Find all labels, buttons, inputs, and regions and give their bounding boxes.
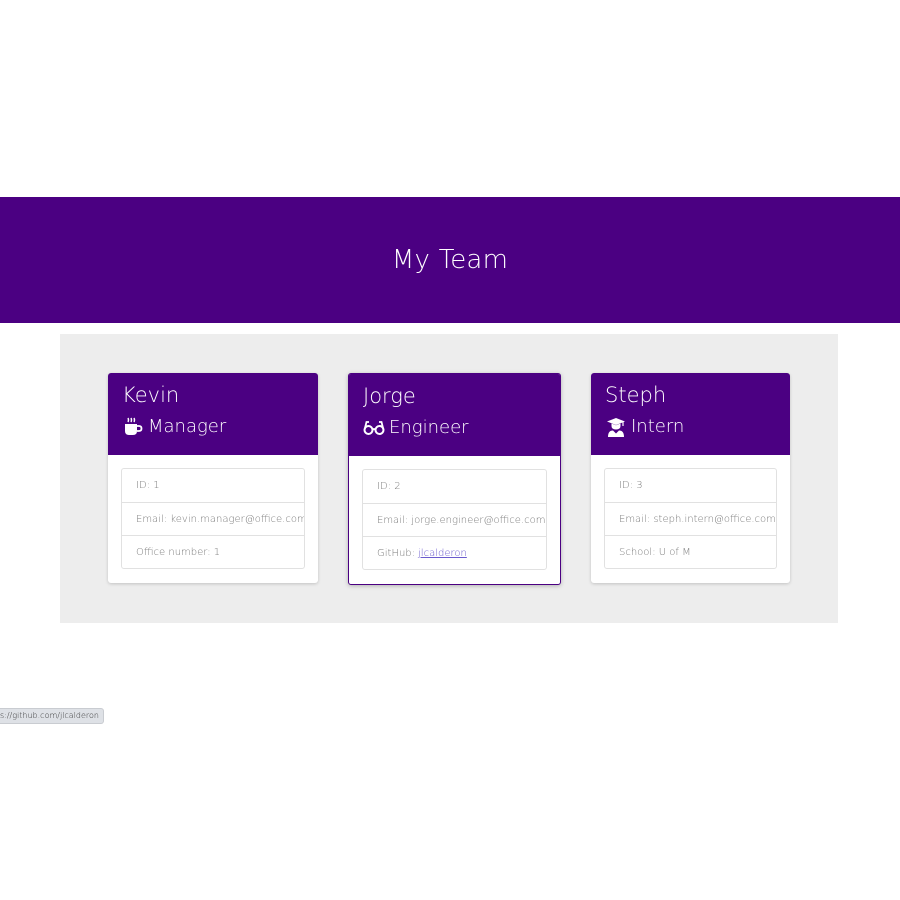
page-title: My Team (391, 245, 509, 275)
page: My Team Kevin Manager ID: 1 Email: kevin… (0, 0, 900, 900)
card-header: Steph Intern (591, 373, 790, 455)
details-list: ID: 3 Email: steph.intern@office.com Sch… (604, 468, 777, 569)
employee-card-intern: Steph Intern ID: 3 Email: steph.intern@o… (591, 373, 790, 583)
employee-card-engineer: Jorge Engineer ID: 2 Email: jorge.engine… (348, 373, 561, 585)
employee-role: Manager (122, 415, 304, 439)
detail-id: ID: 2 (377, 481, 401, 492)
role-label: Engineer (389, 417, 469, 438)
glasses-icon (363, 417, 385, 439)
employee-role: Engineer (363, 416, 546, 440)
details-list: ID: 1 Email: kevin.manager@office.com Of… (121, 468, 305, 569)
github-link[interactable]: jlcalderon (418, 548, 467, 559)
card-body: ID: 2 Email: jorge.engineer@office.com G… (349, 456, 560, 584)
employee-name: Steph (605, 383, 667, 407)
details-list: ID: 2 Email: jorge.engineer@office.com G… (362, 469, 547, 570)
detail-email: Email: kevin.manager@office.com (122, 502, 304, 535)
graduate-icon (605, 416, 627, 438)
link-status-bar: s://github.com/jlcalderon (0, 708, 105, 724)
card-header: Kevin Manager (108, 373, 318, 455)
detail-office-number: Office number: 1 (122, 535, 304, 568)
employee-name: Kevin (122, 383, 180, 407)
card-body: ID: 3 Email: steph.intern@office.com Sch… (591, 455, 790, 583)
employee-name: Jorge (363, 384, 416, 408)
employee-role: Intern (605, 415, 776, 439)
role-label: Manager (148, 416, 227, 437)
detail-id: ID: 3 (619, 480, 643, 491)
employee-card-manager: Kevin Manager ID: 1 Email: kevin.manager… (108, 373, 318, 583)
team-container: Kevin Manager ID: 1 Email: kevin.manager… (60, 334, 838, 623)
card-header: Jorge Engineer (349, 374, 560, 456)
detail-email: Email: jorge.engineer@office.com (363, 503, 546, 536)
detail-email: Email: steph.intern@office.com (605, 502, 776, 535)
detail-school: School: U of M (605, 535, 776, 568)
detail-github: GitHub: jlcalderon (363, 536, 546, 569)
detail-id: ID: 1 (136, 480, 160, 491)
coffee-mug-icon (122, 416, 144, 438)
header-banner: My Team (0, 197, 900, 323)
role-label: Intern (631, 416, 685, 437)
card-body: ID: 1 Email: kevin.manager@office.com Of… (108, 455, 318, 583)
